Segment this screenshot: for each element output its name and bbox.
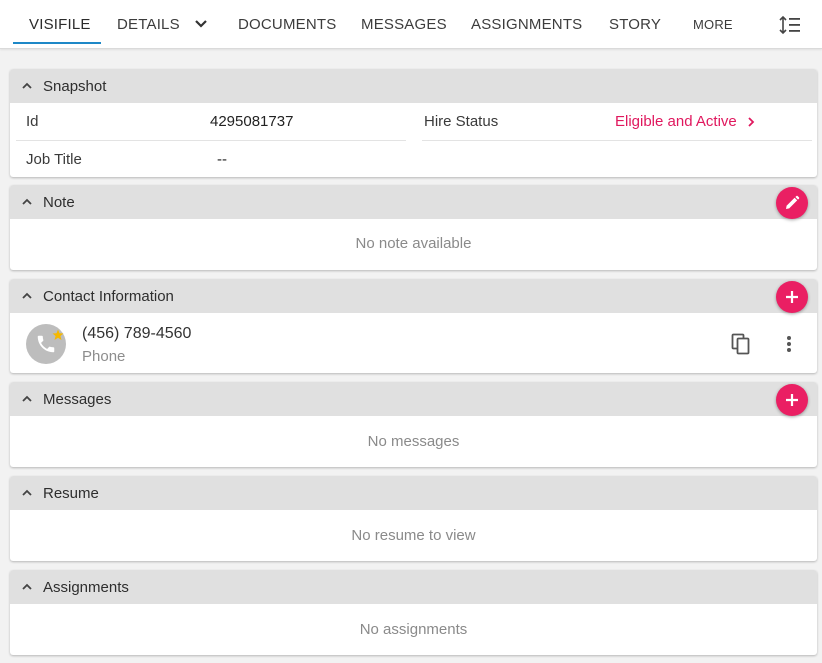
plus-icon bbox=[785, 290, 799, 304]
tab-documents[interactable]: DOCUMENTS bbox=[238, 0, 336, 48]
chevron-down-icon bbox=[194, 19, 208, 29]
edit-note-button[interactable] bbox=[776, 187, 808, 219]
chevron-up-icon[interactable] bbox=[10, 382, 44, 416]
tab-label: DOCUMENTS bbox=[238, 15, 337, 33]
tab-label: MESSAGES bbox=[361, 15, 447, 33]
section-header: Snapshot bbox=[10, 69, 817, 103]
section-title: Messages bbox=[43, 390, 112, 408]
contact-section: Contact Information (456) 789-4560 Phone bbox=[10, 279, 817, 373]
pencil-icon bbox=[784, 195, 800, 211]
tab-label: STORY bbox=[609, 15, 662, 33]
hire-status-label: Hire Status bbox=[424, 113, 499, 130]
id-label: Id bbox=[26, 113, 39, 130]
add-contact-button[interactable] bbox=[776, 281, 808, 313]
tab-story[interactable]: STORY bbox=[609, 0, 661, 48]
messages-empty-text: No messages bbox=[367, 433, 460, 450]
chevron-up-icon[interactable] bbox=[10, 185, 44, 219]
note-empty-text: No note available bbox=[355, 235, 472, 252]
tab-messages[interactable]: MESSAGES bbox=[361, 0, 447, 48]
tab-label: MORE bbox=[693, 16, 733, 32]
phone-icon bbox=[26, 324, 66, 364]
copy-icon[interactable] bbox=[728, 331, 754, 357]
section-title: Resume bbox=[43, 484, 99, 502]
assignments-empty-text: No assignments bbox=[359, 621, 468, 638]
chevron-up-icon[interactable] bbox=[10, 279, 44, 313]
section-header: Resume bbox=[10, 476, 817, 510]
phone-number: (456) 789-4560 bbox=[82, 325, 192, 342]
id-value: 4295081737 bbox=[210, 113, 294, 130]
chevron-up-icon[interactable] bbox=[10, 570, 44, 604]
job-title-value: -- bbox=[217, 151, 227, 168]
top-nav: VISIFILE DETAILS DOCUMENTS MESSAGES ASSI… bbox=[0, 0, 822, 49]
line-height-sort-icon[interactable] bbox=[775, 11, 805, 39]
messages-section: Messages No messages bbox=[10, 382, 817, 467]
tab-details[interactable]: DETAILS bbox=[117, 0, 208, 48]
resume-empty-text: No resume to view bbox=[351, 527, 476, 544]
chevron-right-icon bbox=[747, 116, 755, 128]
tab-label: ASSIGNMENTS bbox=[471, 15, 583, 33]
tab-more[interactable]: MORE bbox=[693, 0, 733, 48]
plus-icon bbox=[785, 393, 799, 407]
note-section: Note No note available bbox=[10, 185, 817, 270]
section-title: Contact Information bbox=[43, 287, 174, 305]
section-title: Note bbox=[43, 193, 75, 211]
tab-assignments[interactable]: ASSIGNMENTS bbox=[471, 0, 582, 48]
phone-type: Phone bbox=[82, 348, 126, 365]
section-header: Assignments bbox=[10, 570, 817, 604]
add-message-button[interactable] bbox=[776, 384, 808, 416]
section-header: Messages bbox=[10, 382, 817, 416]
job-title-label: Job Title bbox=[26, 151, 82, 168]
more-vert-icon[interactable] bbox=[776, 331, 802, 357]
section-title: Snapshot bbox=[43, 77, 107, 95]
section-title: Assignments bbox=[43, 578, 129, 596]
active-tab-indicator bbox=[13, 42, 101, 44]
hire-status-value: Eligible and Active bbox=[615, 113, 737, 130]
assignments-section: Assignments No assignments bbox=[10, 570, 817, 655]
snapshot-section: Snapshot Id 4295081737 Hire Status Eligi… bbox=[10, 69, 817, 177]
row-divider bbox=[16, 140, 406, 141]
chevron-up-icon[interactable] bbox=[10, 476, 44, 510]
section-header: Contact Information bbox=[10, 279, 817, 313]
section-header: Note bbox=[10, 185, 817, 219]
tab-visifile[interactable]: VISIFILE bbox=[29, 0, 91, 48]
contact-row: (456) 789-4560 Phone bbox=[10, 313, 817, 373]
resume-section: Resume No resume to view bbox=[10, 476, 817, 561]
tab-label: DETAILS bbox=[117, 15, 180, 33]
star-icon bbox=[52, 328, 64, 346]
row-divider bbox=[422, 140, 812, 141]
hire-status-link[interactable]: Eligible and Active bbox=[615, 113, 755, 130]
chevron-up-icon[interactable] bbox=[10, 69, 44, 103]
tab-label: VISIFILE bbox=[29, 15, 91, 33]
